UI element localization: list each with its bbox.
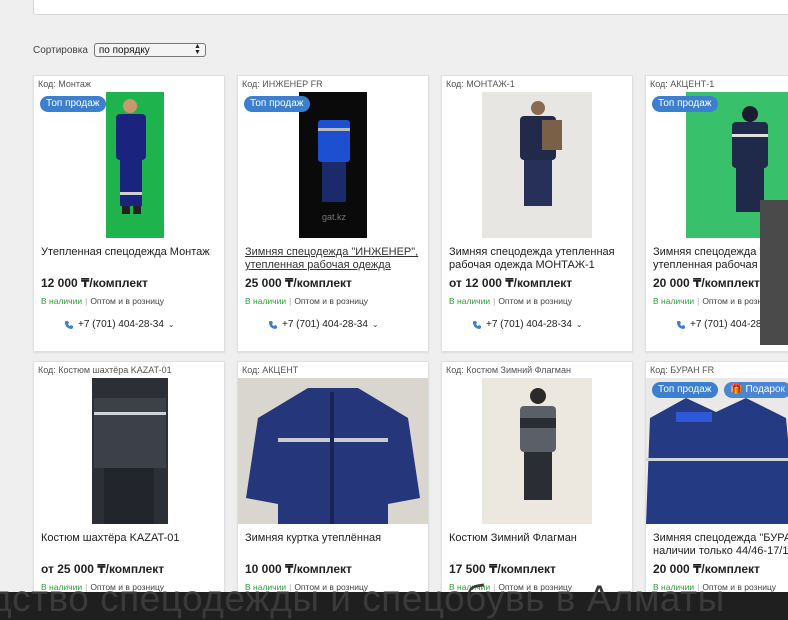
footer-caption: дство спецодежды и спецобувь в Алматы <box>0 578 725 619</box>
gift-badge: 🎁 Подарок <box>724 382 788 398</box>
product-photo[interactable]: gat.kz <box>238 92 428 238</box>
sale-type: Оптом и в розницу <box>90 296 165 306</box>
in-stock-label: В наличии <box>245 296 287 306</box>
sale-type: Оптом и в розницу <box>294 296 369 306</box>
product-price: 17 500 ₸/комплект <box>449 562 556 576</box>
phone-button[interactable]: +7 (701) 404-28-34 ⌄ <box>472 319 583 330</box>
product-price: 20 000 ₸/комплект <box>653 562 760 576</box>
product-card[interactable]: Код: Костюм Зимний Флагман Костюм Зимний… <box>441 361 633 592</box>
product-code: Код: МОНТАЖ-1 <box>446 79 515 89</box>
product-card[interactable]: Код: МОНТАЖ-1 Зимняя спецодежда утепленн… <box>441 75 633 352</box>
phone-button[interactable]: +7 (701) 404-28-34 ⌄ <box>268 319 379 330</box>
product-card[interactable]: Код: Монтаж Топ продаж Утепленная спецод… <box>33 75 225 352</box>
phone-number: +7 (701) 404-28-34 <box>486 319 572 330</box>
phone-icon <box>65 320 73 329</box>
product-code: Код: АКЦЕНТ-1 <box>650 79 715 89</box>
product-name[interactable]: Зимняя спецодежда утепленная рабочая оде… <box>449 246 632 272</box>
updown-arrows-icon: ▲ ▼ <box>193 43 201 56</box>
in-stock-label: В наличии <box>653 296 695 306</box>
chevron-down-icon: ⌄ <box>371 320 379 329</box>
overlay-block <box>760 200 788 345</box>
gift-label: Подарок <box>745 384 785 395</box>
chevron-down-icon: ⌄ <box>167 320 175 329</box>
phone-number: +7 (701) 404-28-34 <box>78 319 164 330</box>
product-price: от 25 000 ₸/комплект <box>41 562 165 576</box>
product-price: 25 000 ₸/комплект <box>245 276 352 290</box>
product-code: Код: Костюм шахтёра KAZAT-01 <box>38 365 172 375</box>
sort-value: по порядку <box>98 44 150 56</box>
phone-icon <box>473 320 481 329</box>
sort-select[interactable]: по порядку ▲ ▼ <box>93 43 206 57</box>
product-name[interactable]: Костюм Зимний Флагман <box>449 532 632 545</box>
gift-icon: 🎁 <box>730 384 743 395</box>
product-code: Код: БУРАН FR <box>650 365 715 375</box>
product-price: 12 000 ₸/комплект <box>41 276 148 290</box>
product-name[interactable]: Зимняя куртка утеплённая <box>245 532 428 545</box>
product-price: 20 000 ₸/комплект <box>653 276 760 290</box>
product-card[interactable]: Код: БУРАН FR Топ продаж 🎁 Подарок Зимня… <box>645 361 788 592</box>
product-code: Код: Костюм Зимний Флагман <box>446 365 571 375</box>
product-name[interactable]: Утепленная спецодежда Монтаж <box>41 246 224 259</box>
availability: В наличии | Оптом и в розницу <box>653 296 777 306</box>
product-price: 10 000 ₸/комплект <box>245 562 352 576</box>
availability: В наличии | Оптом и в розницу <box>449 296 573 306</box>
sort-row: Сортировка по порядку ▲ ▼ <box>33 43 206 57</box>
product-card[interactable]: Код: Костюм шахтёра KAZAT-01 Костюм шахт… <box>33 361 225 592</box>
product-photo[interactable] <box>442 92 632 238</box>
in-stock-label: В наличии <box>449 296 491 306</box>
product-price: от 12 000 ₸/комплект <box>449 276 573 290</box>
phone-button[interactable]: +7 (701) 404-28-34 ⌄ <box>64 319 175 330</box>
top-panel <box>33 0 788 15</box>
top-sales-badge: Топ продаж <box>652 382 718 398</box>
top-sales-badge: Топ продаж <box>652 96 718 112</box>
phone-icon <box>269 320 277 329</box>
availability: В наличии | Оптом и в розницу <box>41 296 165 306</box>
availability: В наличии | Оптом и в розницу <box>245 296 369 306</box>
product-name[interactable]: Костюм шахтёра KAZAT-01 <box>41 532 224 545</box>
product-photo[interactable] <box>34 378 224 524</box>
product-code: Код: Монтаж <box>38 79 91 89</box>
product-card[interactable]: Код: ИНЖЕНЕР FR gat.kz Топ продаж Зимняя… <box>237 75 429 352</box>
sale-type: Оптом и в розницу <box>498 296 573 306</box>
sort-label: Сортировка <box>33 44 88 56</box>
in-stock-label: В наличии <box>41 296 83 306</box>
photo-watermark: gat.kz <box>322 212 347 222</box>
product-photo[interactable] <box>238 378 428 524</box>
product-name[interactable]: Зимняя спецодежда "БУРАН" в наличии толь… <box>653 532 788 558</box>
top-sales-badge: Топ продаж <box>244 96 310 112</box>
product-name[interactable]: Зимняя спецодежда "ИНЖЕНЕР", утепленная … <box>245 246 428 272</box>
product-code: Код: ИНЖЕНЕР FR <box>242 79 323 89</box>
product-code: Код: АКЦЕНТ <box>242 365 299 375</box>
catalog-page: Сортировка по порядку ▲ ▼ Код: Монтаж Топ… <box>0 0 788 592</box>
product-photo[interactable] <box>646 378 788 524</box>
product-photo[interactable] <box>34 92 224 238</box>
phone-icon <box>677 320 685 329</box>
product-photo[interactable] <box>442 378 632 524</box>
product-card[interactable]: Код: АКЦЕНТ Зимняя куртка утеплённая 10 … <box>237 361 429 592</box>
top-sales-badge: Топ продаж <box>40 96 106 112</box>
chevron-down-icon: ⌄ <box>575 320 583 329</box>
phone-number: +7 (701) 404-28-34 <box>282 319 368 330</box>
